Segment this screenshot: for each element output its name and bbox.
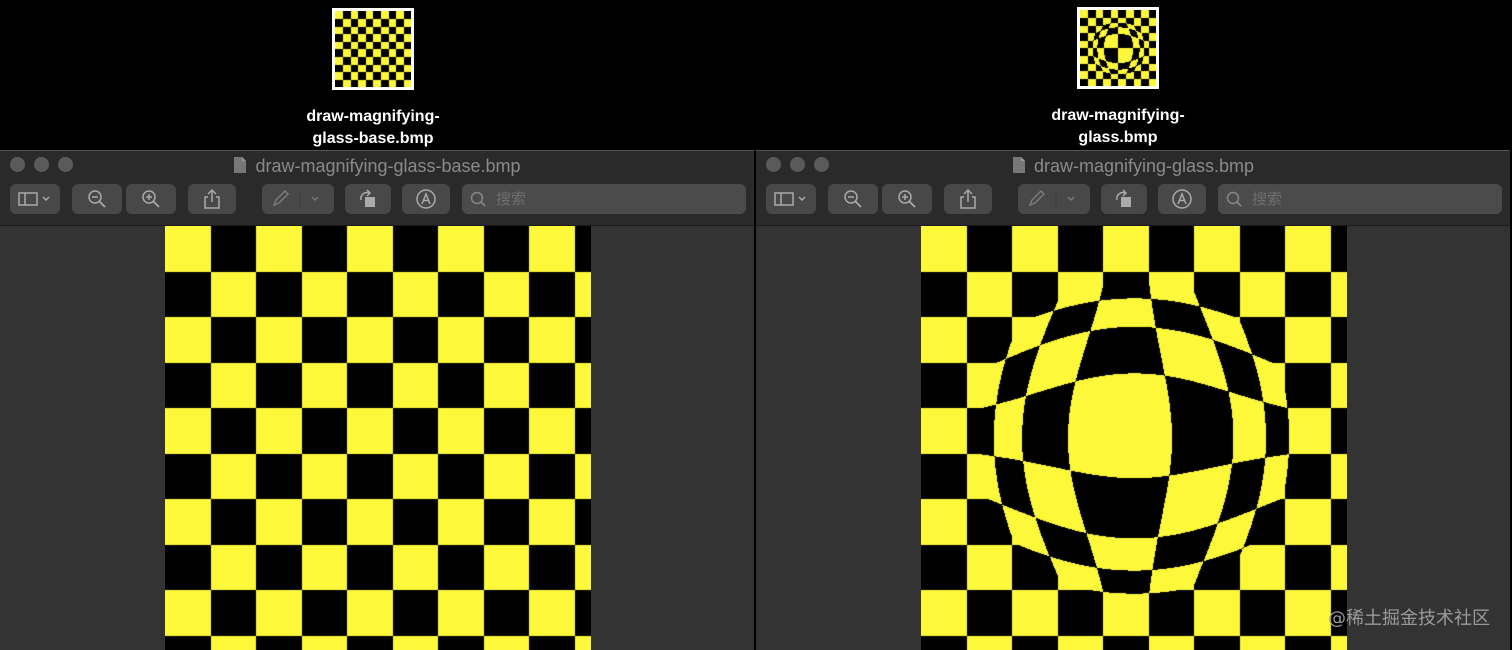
- rotate-button[interactable]: [1101, 184, 1147, 214]
- search-icon: [1226, 191, 1242, 207]
- checkerboard-image: [165, 226, 591, 650]
- zoom-out-icon: [844, 190, 862, 208]
- toolbar: [10, 184, 746, 216]
- zoom-in-icon: [898, 190, 916, 208]
- markup-pen-icon: [272, 189, 319, 207]
- title-bar: draw-magnifying-glass.bmp: [756, 151, 1510, 226]
- share-button[interactable]: [944, 184, 992, 214]
- search-input[interactable]: [1248, 190, 1456, 208]
- zoom-in-button[interactable]: [126, 184, 176, 214]
- sidebar-icon: [18, 192, 50, 206]
- markup-toolbar-icon: [416, 189, 436, 209]
- checkerboard-image-magnified: [921, 226, 1347, 650]
- watermark-text: @稀土掘金技术社区: [1328, 608, 1490, 629]
- zoom-in-button[interactable]: [882, 184, 932, 214]
- zoom-in-icon: [142, 190, 160, 208]
- share-icon: [204, 188, 220, 209]
- zoom-out-button[interactable]: [828, 184, 878, 214]
- thumbnail-base: [332, 8, 414, 90]
- preview-window-magnified: draw-magnifying-glass.bmp 搜索 @稀土掘金技术社区: [756, 150, 1510, 650]
- sidebar-button[interactable]: [10, 184, 60, 214]
- image-canvas: @稀土掘金技术社区: [756, 226, 1510, 650]
- zoom-out-icon: [88, 190, 106, 208]
- document-icon: [1012, 156, 1026, 179]
- image-canvas: [0, 226, 754, 650]
- desktop-file-name: draw-magnifying-glass-base.bmp: [306, 108, 440, 147]
- markup-pen-icon: [1028, 189, 1075, 207]
- share-button[interactable]: [188, 184, 236, 214]
- rotate-icon: [360, 189, 375, 207]
- search-input[interactable]: [492, 190, 700, 208]
- desktop-file-magnified[interactable]: draw-magnifying-glass.bmp: [1028, 5, 1208, 149]
- sidebar-button[interactable]: [766, 184, 816, 214]
- markup-toolbar-button[interactable]: [402, 184, 450, 214]
- desktop-file-base[interactable]: draw-magnifying-glass-base.bmp: [283, 6, 463, 150]
- thumbnail-magnified: [1077, 7, 1159, 89]
- title-bar: draw-magnifying-glass-base.bmp: [0, 151, 754, 226]
- checkerboard-pixels: [165, 226, 591, 650]
- desktop-file-name: draw-magnifying-glass.bmp: [1051, 107, 1185, 146]
- rotate-button[interactable]: [345, 184, 391, 214]
- checkerboard-pixels: [335, 11, 411, 87]
- markup-toolbar-button[interactable]: [1158, 184, 1206, 214]
- checkerboard-pixels: [1080, 10, 1156, 86]
- rotate-icon: [1116, 189, 1131, 207]
- search-field[interactable]: [1218, 184, 1502, 214]
- markup-toolbar-icon: [1172, 189, 1192, 209]
- checkerboard-pixels: [921, 226, 1347, 650]
- search-icon: [470, 191, 486, 207]
- window-title: draw-magnifying-glass-base.bmp: [0, 155, 754, 179]
- markup-pen-button[interactable]: [262, 184, 334, 214]
- toolbar: [766, 184, 1502, 216]
- markup-pen-button[interactable]: [1018, 184, 1090, 214]
- document-icon: [233, 156, 247, 179]
- sidebar-icon: [774, 192, 806, 206]
- window-title: draw-magnifying-glass.bmp: [756, 155, 1510, 179]
- zoom-out-button[interactable]: [72, 184, 122, 214]
- share-icon: [960, 188, 976, 209]
- preview-window-base: draw-magnifying-glass-base.bmp: [0, 150, 754, 650]
- search-field[interactable]: [462, 184, 746, 214]
